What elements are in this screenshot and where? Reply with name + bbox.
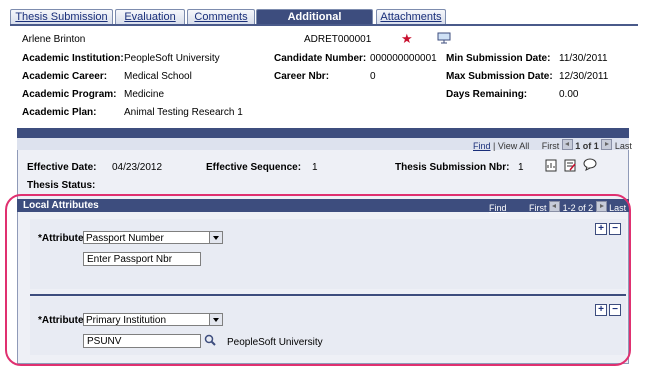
attribute-label-2: *Attribute: [38, 315, 84, 326]
academic-institution-label: Academic Institution:: [22, 53, 124, 64]
chevron-down-icon[interactable]: [209, 314, 222, 325]
grid-navigation: Find | View All First 1 of 1 Last: [473, 139, 632, 151]
academic-institution-value: PeopleSoft University: [124, 53, 220, 64]
local-attributes-find-link[interactable]: Find: [489, 203, 507, 213]
effective-sequence-value: 1: [312, 162, 318, 173]
local-attributes-last-label: Last: [609, 203, 627, 213]
effective-date-value: 04/23/2012: [112, 162, 163, 173]
candidate-number-label: Candidate Number:: [274, 53, 367, 64]
tab-attachments[interactable]: Attachments: [376, 9, 446, 25]
attribute-select-2[interactable]: Primary Institution: [83, 313, 223, 326]
local-attributes-next-arrow-icon[interactable]: [595, 201, 607, 212]
search-icon[interactable]: [204, 334, 216, 346]
attribute-select-1[interactable]: Passport Number: [83, 231, 223, 244]
days-remaining-label: Days Remaining:: [446, 89, 528, 100]
edit-note-icon[interactable]: [564, 159, 577, 172]
local-attributes-previous-arrow-icon[interactable]: [549, 201, 561, 212]
thesis-submission-nbr-label: Thesis Submission Nbr:: [395, 162, 510, 173]
local-attributes-navigation: Find First 1-2 of 2 Last: [489, 201, 626, 213]
tab-additional-information[interactable]: Additional Information: [256, 9, 373, 38]
grid-view-all-link[interactable]: View All: [498, 141, 529, 151]
grid-first-label: First: [541, 141, 560, 151]
candidate-number-value: 000000000001: [370, 53, 437, 64]
thesis-submission-nbr-value: 1: [518, 162, 524, 173]
row-divider: [30, 294, 626, 296]
institution-description: PeopleSoft University: [227, 337, 323, 348]
remove-row-button-2[interactable]: −: [609, 304, 621, 316]
attribute-select-1-value: Passport Number: [86, 233, 164, 244]
academic-plan-value: Animal Testing Research 1: [124, 107, 243, 118]
document-chart-icon[interactable]: [545, 159, 558, 172]
grid-header-bar: [17, 128, 629, 138]
previous-arrow-icon[interactable]: [561, 139, 573, 150]
attribute-select-2-value: Primary Institution: [86, 315, 167, 326]
academic-career-label: Academic Career:: [22, 71, 108, 82]
person-id: ADRET000001: [304, 34, 372, 45]
min-submission-date-value: 11/30/2011: [559, 53, 608, 64]
grid-nav-row: Find | View All First 1 of 1 Last: [17, 138, 632, 151]
local-attributes-title: Local Attributes: [23, 200, 99, 211]
remove-row-button-1[interactable]: −: [609, 223, 621, 235]
chevron-down-icon[interactable]: [209, 232, 222, 243]
max-submission-date-value: 12/30/2011: [559, 71, 609, 82]
career-nbr-label: Career Nbr:: [274, 71, 330, 82]
add-row-button-1[interactable]: +: [595, 223, 607, 235]
max-submission-date-label: Max Submission Date:: [446, 71, 553, 82]
attribute-label-1: *Attribute: [38, 233, 84, 244]
career-nbr-value: 0: [370, 71, 376, 82]
tab-bar: Thesis Submission Evaluation Comments Ad…: [10, 9, 638, 38]
favorite-star-icon[interactable]: ★: [401, 32, 413, 45]
passport-number-input[interactable]: Enter Passport Nbr: [83, 252, 201, 266]
person-name: Arlene Brinton: [22, 34, 86, 45]
add-row-button-2[interactable]: +: [595, 304, 607, 316]
academic-program-value: Medicine: [124, 89, 165, 100]
grid-range-label: 1 of 1: [575, 141, 599, 151]
next-arrow-icon[interactable]: [601, 139, 613, 150]
grid-find-link[interactable]: Find: [473, 141, 491, 151]
academic-program-label: Academic Program:: [22, 89, 117, 100]
comment-bubble-icon[interactable]: [583, 158, 597, 171]
local-attributes-first-label: First: [529, 203, 547, 213]
tab-comments[interactable]: Comments: [187, 9, 255, 25]
days-remaining-value: 0.00: [559, 89, 579, 100]
tab-evaluation[interactable]: Evaluation: [115, 9, 185, 25]
tab-underline: [10, 24, 638, 26]
academic-plan-label: Academic Plan:: [22, 107, 97, 118]
min-submission-date-label: Min Submission Date:: [446, 53, 551, 64]
academic-career-value: Medical School: [124, 71, 192, 82]
local-attributes-range-label: 1-2 of 2: [562, 203, 594, 213]
grid-last-label: Last: [614, 141, 632, 151]
effective-date-label: Effective Date:: [27, 162, 97, 173]
effective-sequence-label: Effective Sequence:: [206, 162, 302, 173]
thesis-status-label: Thesis Status:: [27, 180, 96, 191]
tab-thesis-submission[interactable]: Thesis Submission: [10, 9, 113, 25]
presentation-board-icon[interactable]: [437, 32, 451, 44]
institution-code-input[interactable]: PSUNV: [83, 334, 201, 348]
